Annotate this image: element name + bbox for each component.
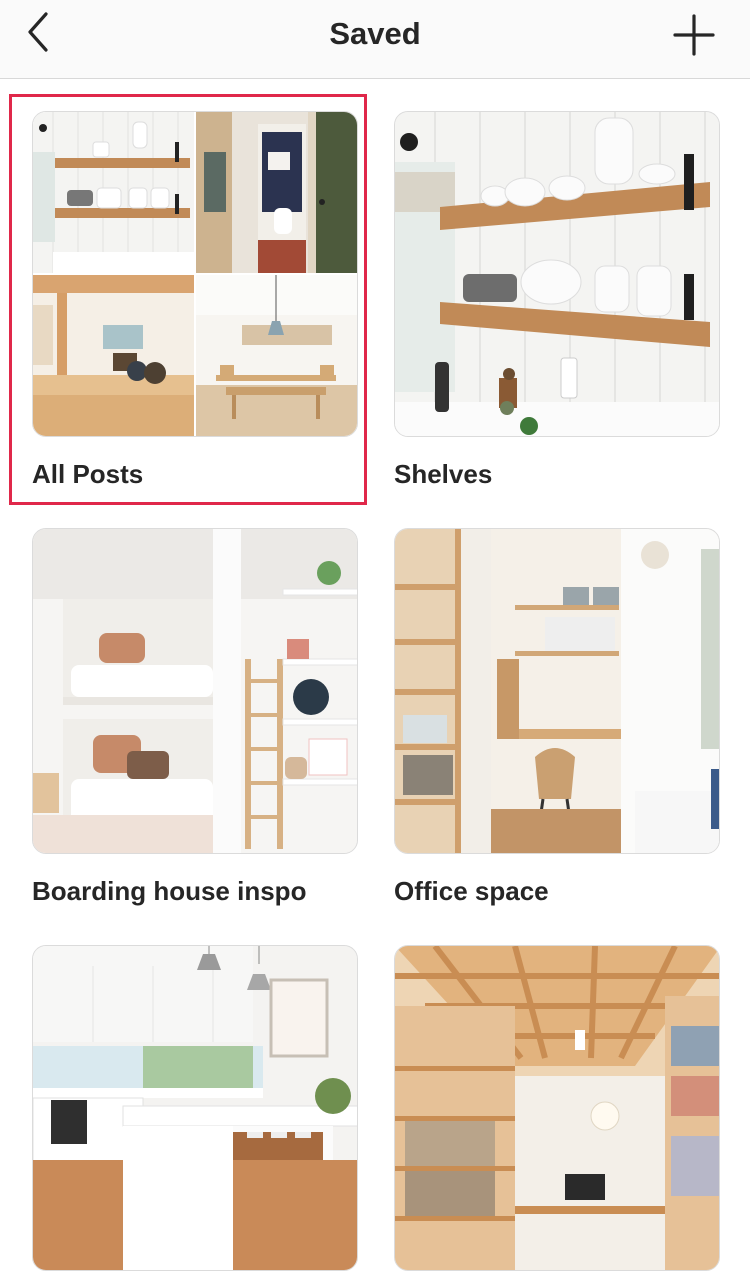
collection-library[interactable] <box>394 945 720 1271</box>
cover-image-bathroom <box>196 112 357 273</box>
cover-image-shelves <box>395 112 719 436</box>
top-bar: Saved <box>0 0 750 79</box>
cover-image-dining <box>196 275 357 436</box>
cover-image-library <box>395 946 719 1270</box>
collection-cover[interactable] <box>32 111 358 437</box>
page-title: Saved <box>329 16 421 51</box>
collection-shelves[interactable]: Shelves <box>394 111 720 489</box>
cover-image-shelves <box>33 112 194 273</box>
collection-name: Office space <box>394 876 549 906</box>
collection-all-posts[interactable]: All Posts <box>32 111 358 489</box>
collection-cover[interactable] <box>32 945 358 1271</box>
collection-cover[interactable] <box>394 945 720 1271</box>
collection-office-space[interactable]: Office space <box>394 528 720 906</box>
collection-cover[interactable] <box>394 528 720 854</box>
collection-cover[interactable] <box>394 111 720 437</box>
plus-icon <box>673 14 715 56</box>
cover-image-kitchen <box>33 946 357 1270</box>
cover-image-office <box>395 529 719 853</box>
collection-name: Boarding house inspo <box>32 876 307 906</box>
collection-kitchen[interactable] <box>32 945 358 1271</box>
collection-name: Shelves <box>394 459 493 489</box>
collection-cover[interactable] <box>32 528 358 854</box>
collection-boarding-house-inspo[interactable]: Boarding house inspo <box>32 528 358 906</box>
add-collection-button[interactable] <box>671 12 717 58</box>
collection-name: All Posts <box>32 459 144 489</box>
cover-image-loft <box>33 275 194 436</box>
cover-image-bunk-room <box>33 529 357 853</box>
